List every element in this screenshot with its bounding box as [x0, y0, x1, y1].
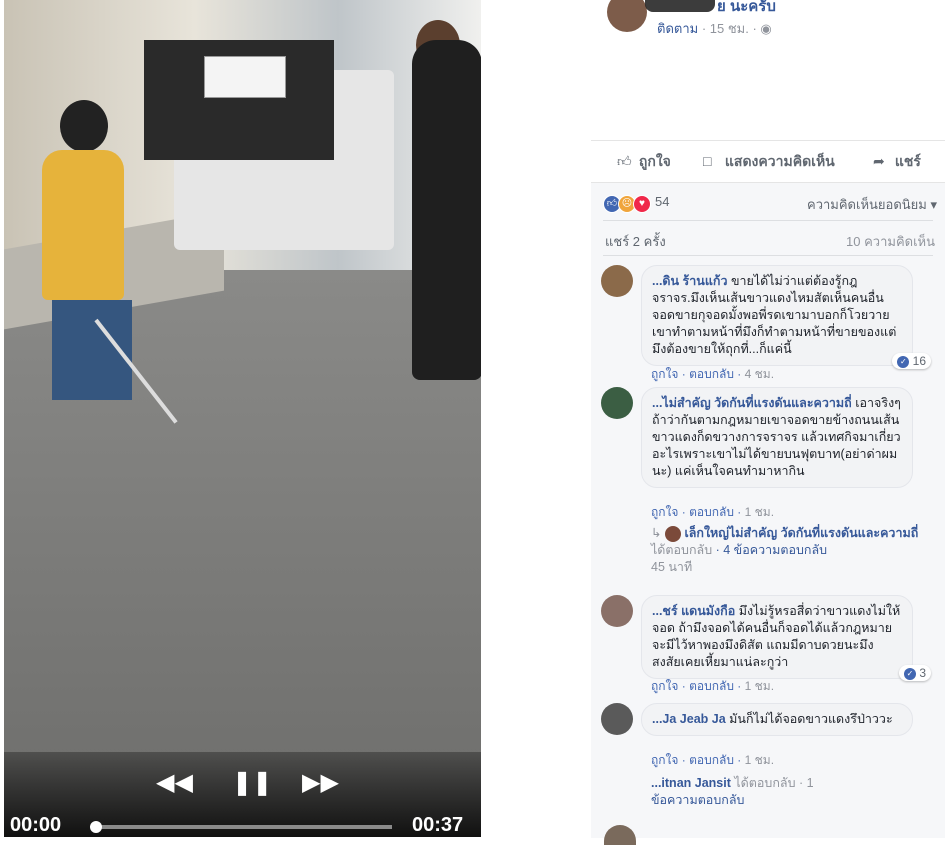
- comment-reply-link[interactable]: ตอบกลับ: [689, 679, 734, 693]
- redaction-blur: [645, 0, 715, 12]
- commenter-avatar[interactable]: [601, 387, 633, 419]
- divider: [603, 220, 933, 221]
- share-button[interactable]: ➦ แชร์: [873, 151, 921, 173]
- author-avatar[interactable]: [607, 0, 647, 32]
- comment: ...Ja Jeab Ja มันก็ไม่ได้จอดขาวแดงรึป่าว…: [601, 703, 931, 813]
- comments-count[interactable]: 10 ความคิดเห็น: [846, 231, 935, 252]
- commenter-avatar[interactable]: [601, 703, 633, 735]
- commenter-avatar[interactable]: [601, 265, 633, 297]
- comment: ...ชร์ แดนมังกือ มึงไม่รู้หรอสี่ดว่าขาวแ…: [601, 595, 931, 695]
- pickup-truck: [144, 40, 394, 250]
- shares-count[interactable]: แชร์ 2 ครั้ง: [605, 231, 666, 252]
- pause-icon[interactable]: ❚❚: [232, 768, 272, 796]
- comments-section: 👍︎ ☹ ♥ 54 ความคิดเห็นยอดนิยม ▾ แชร์ 2 ครั้…: [591, 182, 945, 845]
- comment-likes[interactable]: ✓ 3: [898, 665, 931, 681]
- post-panel: ย นะครับ ติดตาม · 15 ชม. · ◉ 👍︎ ถูกใจ □ …: [591, 0, 945, 845]
- thumbs-up-icon: 👍︎: [617, 153, 632, 169]
- reactions[interactable]: 👍︎ ☹ ♥ 54: [603, 193, 669, 213]
- progress-bar[interactable]: [92, 825, 392, 829]
- reply-name[interactable]: ...itnan Jansit: [651, 776, 731, 790]
- comment-like-count: 3: [919, 666, 926, 680]
- time-current: 00:00: [10, 814, 62, 836]
- divider: [603, 255, 933, 256]
- comment-bubble: ...ชร์ แดนมังกือ มึงไม่รู้หรอสี่ดว่าขาวแ…: [641, 595, 913, 679]
- comment: ...ไม่สำคัญ วัดกันที่แรงดันและความถี่ เอ…: [601, 387, 931, 577]
- vendor-head: [60, 100, 108, 152]
- reply-avatar: [664, 525, 681, 542]
- follow-link[interactable]: ติดตาม: [657, 21, 698, 36]
- commenter-name[interactable]: ...ไม่สำคัญ วัดกันที่แรงดันและความถี่: [652, 396, 852, 410]
- reply-summary[interactable]: ...itnan Jansit ได้ตอบกลับ · 1 ข้อความตอ…: [651, 775, 936, 809]
- sort-dropdown[interactable]: ความคิดเห็นยอดนิยม ▾: [807, 194, 937, 215]
- comment-icon: □: [703, 153, 712, 169]
- like-button[interactable]: 👍︎ ถูกใจ: [617, 151, 671, 173]
- officer-figure: [412, 40, 481, 380]
- author-name[interactable]: ย นะครับ: [717, 0, 776, 18]
- reply-action: ได้ตอบกลับ: [651, 543, 713, 557]
- commenter-name[interactable]: ...Ja Jeab Ja: [652, 712, 726, 726]
- post-header: ย นะครับ ติดตาม · 15 ชม. · ◉: [605, 0, 935, 40]
- reply-summary[interactable]: ↳ เล็กใหญ่ไม่สำคัญ วัดกันที่แรงดันและควา…: [651, 525, 936, 576]
- comment-bubble: ...Ja Jeab Ja มันก็ไม่ได้จอดขาวแดงรึป่าว…: [641, 703, 913, 736]
- share-label: แชร์: [894, 153, 921, 169]
- like-icon: ✓: [903, 667, 916, 680]
- comment-like-link[interactable]: ถูกใจ: [651, 505, 678, 519]
- rewind-icon[interactable]: ◀◀: [156, 768, 193, 796]
- comment-time[interactable]: 1 ชม.: [745, 505, 774, 519]
- reply-time: 45 นาที: [651, 560, 693, 574]
- commenter-avatar[interactable]: [601, 595, 633, 627]
- reply-name[interactable]: เล็กใหญ่ไม่สำคัญ วัดกันที่แรงดันและความถ…: [684, 526, 918, 540]
- commenter-avatar[interactable]: [604, 825, 636, 845]
- comment-likes[interactable]: ✓ 16: [892, 353, 931, 369]
- comment-actions: ถูกใจ · ตอบกลับ · 1 ชม.: [651, 679, 775, 693]
- video-frame[interactable]: [4, 0, 481, 837]
- vendor-shirt: [42, 150, 124, 300]
- video-area: ◀◀ ❚❚ ▶▶ 00:00 00:37: [0, 0, 590, 837]
- post-meta: ติดตาม · 15 ชม. · ◉: [657, 21, 772, 36]
- comment: ...ดิน ร้านแก้ว ขายได้ไม่ว่าแต่ต้องรู้กฎ…: [601, 265, 931, 381]
- comment-time[interactable]: 1 ชม.: [745, 679, 774, 693]
- reply-count[interactable]: ข้อความตอบกลับ: [651, 793, 744, 807]
- comment-like-link[interactable]: ถูกใจ: [651, 753, 678, 767]
- caret-down-icon: ▾: [930, 197, 937, 212]
- comment-time[interactable]: 4 ชม.: [745, 367, 774, 381]
- comment-like-count: 16: [912, 354, 926, 368]
- comment-reply-link[interactable]: ตอบกลับ: [689, 753, 734, 767]
- comment-text: มันก็ไม่ได้จอดขาวแดงรึป่าววะ: [729, 712, 893, 726]
- like-label: ถูกใจ: [638, 153, 671, 169]
- time-total: 00:37: [412, 814, 464, 836]
- comment-button[interactable]: □ แสดงความคิดเห็น: [703, 151, 835, 173]
- comment-time[interactable]: 1 ชม.: [745, 753, 774, 767]
- reply-action: ได้ตอบกลับ · 1: [734, 776, 814, 790]
- commenter-name[interactable]: ...ดิน ร้านแก้ว: [652, 274, 727, 288]
- comment-reply-link[interactable]: ตอบกลับ: [689, 505, 734, 519]
- reaction-count: 54: [655, 194, 670, 209]
- video-controls: ◀◀ ❚❚ ▶▶ 00:00 00:37: [4, 752, 481, 837]
- truck-sign: [204, 56, 286, 98]
- comment-reply-link[interactable]: ตอบกลับ: [689, 367, 734, 381]
- comment-actions: ถูกใจ · ตอบกลับ · 4 ชม.: [651, 367, 775, 381]
- comment-actions: ถูกใจ · ตอบกลับ · 1 ชม.: [651, 505, 775, 519]
- reply-arrow-icon: ↳: [651, 526, 662, 540]
- progress-scrubber[interactable]: [90, 821, 102, 833]
- comment-bubble: ...ไม่สำคัญ วัดกันที่แรงดันและความถี่ เอ…: [641, 387, 913, 488]
- share-icon: ➦: [873, 153, 885, 169]
- reply-count[interactable]: 4 ข้อความตอบกลับ: [723, 543, 827, 557]
- post-time[interactable]: 15 ชม.: [710, 21, 749, 36]
- globe-icon: ◉: [760, 21, 772, 36]
- comment-label: แสดงความคิดเห็น: [724, 153, 835, 169]
- comment-bubble: ...ดิน ร้านแก้ว ขายได้ไม่ว่าแต่ต้องรู้กฎ…: [641, 265, 913, 366]
- comment-like-link[interactable]: ถูกใจ: [651, 367, 678, 381]
- fast-forward-icon[interactable]: ▶▶: [302, 768, 339, 796]
- sort-label: ความคิดเห็นยอดนิยม: [807, 197, 927, 212]
- like-icon: ✓: [897, 355, 910, 368]
- post-actions: 👍︎ ถูกใจ □ แสดงความคิดเห็น ➦ แชร์: [591, 140, 945, 181]
- comment-actions: ถูกใจ · ตอบกลับ · 1 ชม.: [651, 753, 775, 767]
- comment-like-link[interactable]: ถูกใจ: [651, 679, 678, 693]
- love-reaction-icon: ♥: [633, 195, 651, 213]
- commenter-name[interactable]: ...ชร์ แดนมังกือ: [652, 604, 735, 618]
